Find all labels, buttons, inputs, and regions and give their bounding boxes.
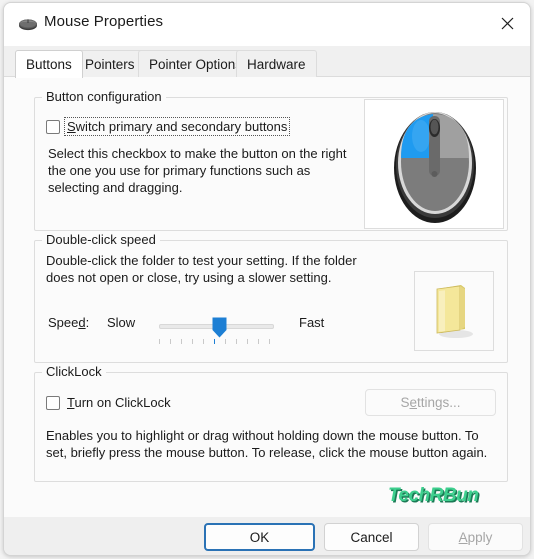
speed-label-text: Spee [48,315,79,330]
mouse-icon [18,16,38,32]
mouse-preview-image [365,112,503,228]
cancel-button[interactable]: Cancel [324,523,419,551]
speed-label-colon: : [85,315,90,330]
switch-buttons-checkbox-row[interactable]: Switch primary and secondary buttons [46,117,291,136]
slider-tick [159,339,160,344]
slider-tick [192,339,193,344]
tab-page-buttons: Button configuration Switch primary and … [4,77,530,517]
slider-tick-marks [159,339,274,347]
tab-label: Pointers [85,56,135,72]
apply-label-rest: pply [467,529,493,545]
slider-tick [170,339,171,344]
close-button[interactable] [484,3,530,43]
tab-label: Pointer Options [149,56,243,72]
mouse-properties-window: Mouse Properties Buttons Pointers Pointe… [3,2,531,556]
double-click-description: Double-click the folder to test your set… [46,253,357,285]
slider-tick [258,339,259,344]
slider-thumb[interactable] [212,317,227,338]
settings-label-start: S [400,395,410,410]
close-icon [501,17,514,30]
slider-max-label: Fast [299,315,325,330]
accelerator-letter: S [67,119,76,134]
folder-icon[interactable] [415,285,493,350]
slider-tick [225,339,226,344]
group-title-button-configuration: Button configuration [42,89,166,104]
slider-tick [269,339,270,344]
clicklock-description: Enables you to highlight or drag without… [46,428,488,460]
tab-label: Buttons [26,57,72,72]
tab-pointers[interactable]: Pointers [74,50,146,77]
tab-hardware[interactable]: Hardware [236,50,317,77]
label-rest: urn on ClickLock [74,395,171,410]
slider-tick [247,339,248,344]
tab-label: Hardware [247,56,306,72]
slider-tick-current [214,339,215,344]
group-title-clicklock: ClickLock [42,364,106,379]
switch-buttons-label: Switch primary and secondary buttons [63,117,291,136]
clicklock-label: Turn on ClickLock [65,394,173,411]
window-title: Mouse Properties [44,13,164,30]
clicklock-checkbox[interactable] [46,395,60,410]
settings-label-end: ttings... [417,395,461,410]
title-bar: Mouse Properties [4,3,530,46]
clicklock-checkbox-row[interactable]: Turn on ClickLock [46,394,173,411]
speed-label: Speed: [48,315,89,330]
accelerator-letter: d [78,315,86,330]
slider-tick [181,339,182,344]
watermark-logo: TechRBun [388,485,479,506]
tab-strip: Buttons Pointers Pointer Options Hardwar… [4,46,530,78]
double-click-speed-slider[interactable] [159,317,274,338]
label-rest: witch primary and secondary buttons [75,119,288,134]
mouse-preview-panel [364,99,504,229]
switch-buttons-description: Select this checkbox to make the button … [48,146,347,195]
group-title-double-click-speed: Double-click speed [42,232,160,247]
slider-min-label: Slow [107,315,136,330]
accelerator-letter: e [409,395,417,410]
slider-tick [236,339,237,344]
accelerator-letter: A [458,529,468,545]
switch-buttons-checkbox[interactable] [46,119,60,134]
clicklock-settings-button[interactable]: Se ttings... [365,389,496,416]
slider-tick [203,339,204,344]
dialog-footer: OK Cancel Apply [4,517,530,555]
apply-button[interactable]: Apply [428,523,523,551]
tab-buttons[interactable]: Buttons [15,50,83,78]
folder-test-panel[interactable] [414,271,494,351]
ok-button[interactable]: OK [204,523,315,551]
